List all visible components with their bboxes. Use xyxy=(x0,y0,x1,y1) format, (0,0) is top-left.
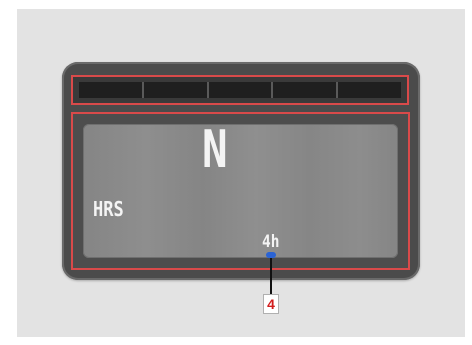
callout-anchor-dot xyxy=(266,252,276,258)
bar-graph-strip xyxy=(71,75,409,105)
callout-number-4: 4 xyxy=(263,294,279,314)
bar-graph-segments xyxy=(79,82,401,98)
bar-segment xyxy=(273,82,339,98)
hours-label: HRS xyxy=(93,197,124,221)
bar-segment xyxy=(79,82,144,98)
lcd-screen xyxy=(83,124,398,258)
bar-segment xyxy=(209,82,274,98)
callout-leader-line xyxy=(270,252,272,294)
bar-segment xyxy=(144,82,209,98)
gear-indicator: N xyxy=(202,120,228,180)
hours-value: 4h xyxy=(262,232,280,252)
bar-segment xyxy=(338,82,401,98)
lcd-display-frame xyxy=(71,112,410,270)
